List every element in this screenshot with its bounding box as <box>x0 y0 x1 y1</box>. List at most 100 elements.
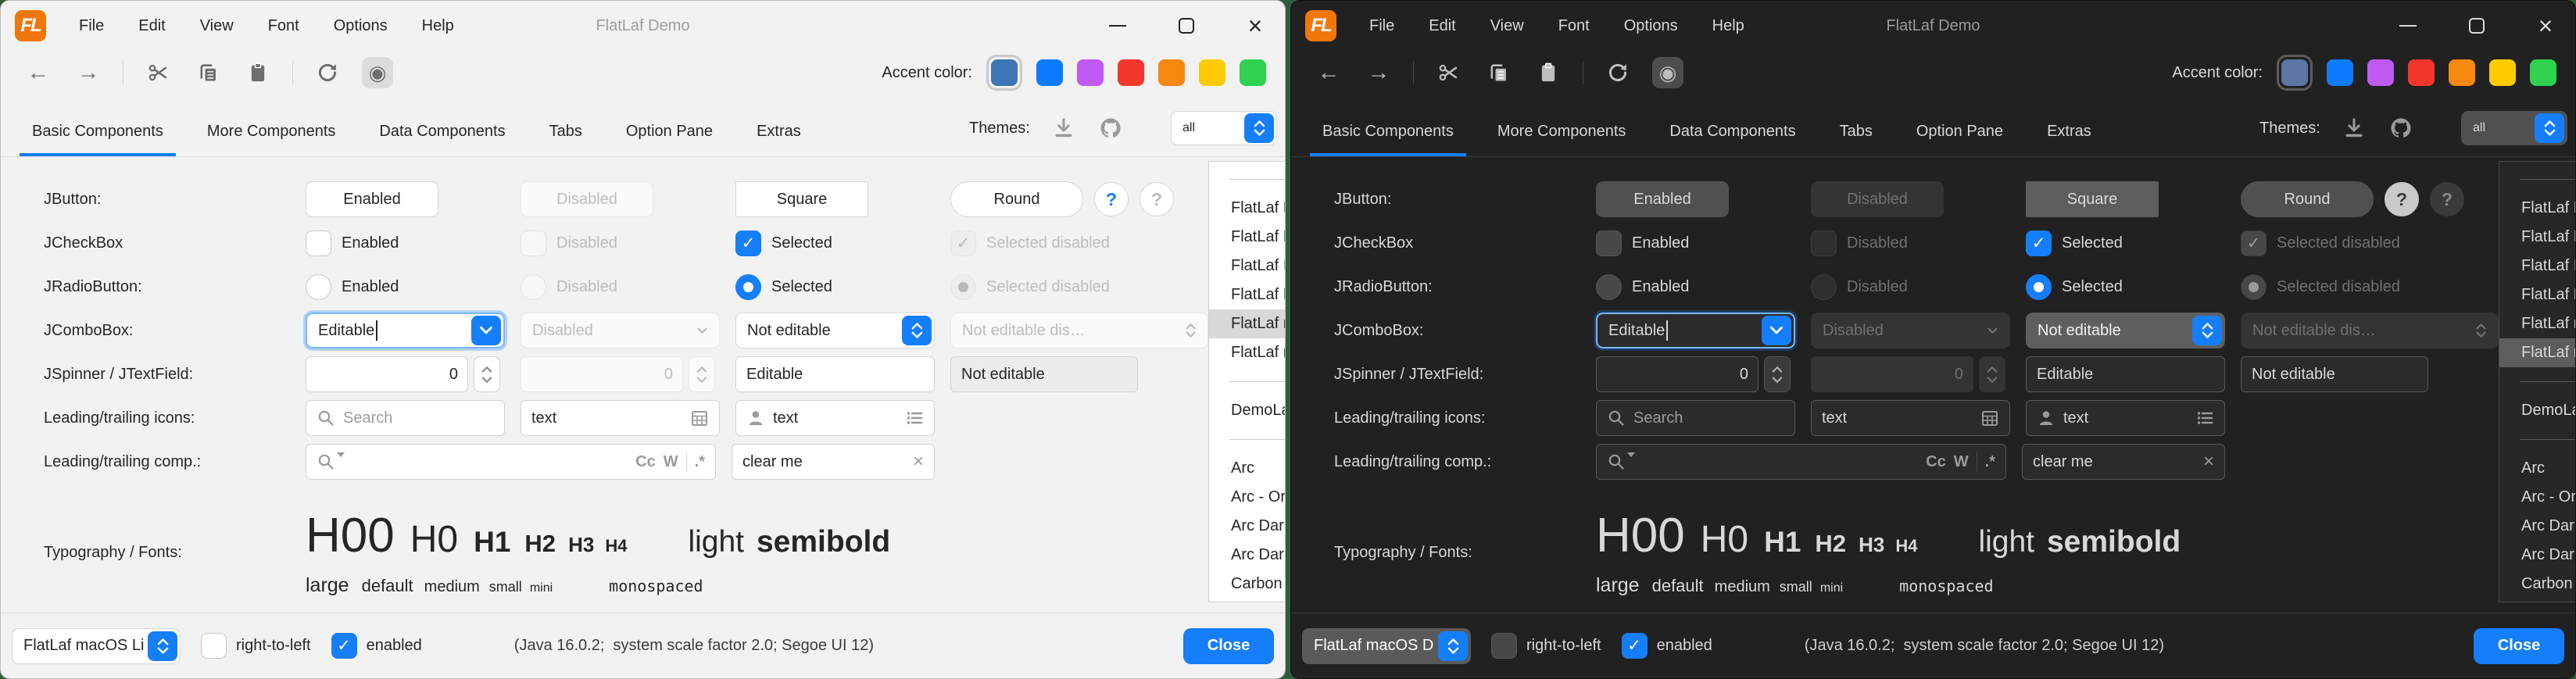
refresh-button[interactable] <box>1602 57 1633 88</box>
combo-editable[interactable]: Editable <box>306 313 505 348</box>
match-case-button[interactable]: Cc <box>635 453 656 471</box>
cut-button[interactable] <box>142 57 174 88</box>
theme-item-flatlaf-light[interactable]: FlatLaf Light <box>1209 194 1286 223</box>
search-field[interactable] <box>1596 400 1795 436</box>
paste-button[interactable] <box>242 57 274 88</box>
theme-item-flatlaf-intellij[interactable]: FlatLaf IntelliJ <box>2499 252 2576 281</box>
textfield-editable[interactable] <box>2037 366 2214 384</box>
back-button[interactable]: ← <box>23 57 54 88</box>
combo-not-editable[interactable]: Not editable <box>2026 313 2225 348</box>
tab-basic-components[interactable]: Basic Components <box>1322 123 1454 156</box>
accent-swatch-default[interactable] <box>2281 59 2308 86</box>
menu-font[interactable]: Font <box>268 17 299 35</box>
whole-words-button[interactable]: W <box>664 453 678 471</box>
minimize-button[interactable] <box>1104 12 1132 40</box>
copy-button[interactable] <box>192 57 224 88</box>
menu-font[interactable]: Font <box>1558 17 1590 35</box>
user-input[interactable] <box>773 409 897 427</box>
laf-combo[interactable]: FlatLaf macOS D… <box>1302 628 1471 664</box>
search-field[interactable] <box>306 400 505 436</box>
tab-more-components[interactable]: More Components <box>207 123 336 156</box>
accent-swatch-orange[interactable] <box>1158 59 1185 86</box>
github-button[interactable] <box>1097 115 1124 141</box>
rtl-checkbox[interactable]: right-to-left <box>201 633 311 659</box>
download-themes-button[interactable] <box>2341 115 2367 141</box>
square-button[interactable]: Square <box>735 181 868 217</box>
date-input[interactable] <box>531 409 682 427</box>
textfield-editable[interactable] <box>746 366 924 384</box>
tab-tabs[interactable]: Tabs <box>1840 123 1873 156</box>
clear-me-field[interactable]: × <box>732 444 935 480</box>
tab-data-components[interactable]: Data Components <box>379 123 505 156</box>
forward-button[interactable]: → <box>1363 57 1394 88</box>
round-button[interactable]: Round <box>2241 181 2374 217</box>
radio-enabled[interactable]: Enabled <box>1596 274 1689 300</box>
help-button[interactable]: ? <box>1094 182 1129 216</box>
radio-selected[interactable]: Selected <box>735 274 832 300</box>
tab-data-components[interactable]: Data Components <box>1669 123 1795 156</box>
menu-options[interactable]: Options <box>1624 17 1678 35</box>
maximize-button[interactable] <box>2463 12 2491 40</box>
tab-option-pane[interactable]: Option Pane <box>1916 123 2003 156</box>
combo-editable[interactable]: Editable <box>1596 313 1795 348</box>
round-button[interactable]: Round <box>950 181 1083 217</box>
spinner-buttons[interactable] <box>1764 356 1791 392</box>
search-options-input[interactable] <box>1643 453 1918 471</box>
themes-list[interactable]: Core Themes FlatLaf Light FlatLaf Dark F… <box>2499 161 2576 602</box>
combo-not-editable[interactable]: Not editable <box>735 313 935 348</box>
copy-button[interactable] <box>1483 57 1514 88</box>
tab-tabs[interactable]: Tabs <box>549 123 582 156</box>
menu-view[interactable]: View <box>1490 17 1524 35</box>
cut-button[interactable] <box>1433 57 1464 88</box>
accent-swatch-blue[interactable] <box>2327 59 2353 86</box>
date-field[interactable] <box>521 400 720 436</box>
laf-combo[interactable]: FlatLaf macOS Li… <box>12 628 181 664</box>
show-hidden-toggle[interactable]: ◉ <box>362 57 393 88</box>
clear-me-field[interactable]: × <box>2022 444 2225 480</box>
date-field[interactable] <box>1811 400 2010 436</box>
theme-filter-combo[interactable]: all <box>2461 111 2567 145</box>
search-input[interactable] <box>343 409 494 427</box>
menu-view[interactable]: View <box>200 17 234 35</box>
theme-item-flatlaf-macos-light[interactable]: FlatLaf macOS Light <box>1209 309 1286 338</box>
accent-swatch-yellow[interactable] <box>1199 59 1225 86</box>
theme-item-flatlaf-macos-dark[interactable]: FlatLaf macOS Dark <box>1209 338 1286 367</box>
theme-item-arc-dark[interactable]: Arc Dark <box>1209 512 1286 541</box>
accent-swatch-default[interactable] <box>991 59 1018 86</box>
theme-item-demolaf[interactable]: DemoLaf <box>1209 396 1286 425</box>
show-hidden-toggle[interactable]: ◉ <box>1652 57 1683 88</box>
search-input[interactable] <box>1633 409 1784 427</box>
square-button[interactable]: Square <box>2026 181 2159 217</box>
window-close-button[interactable]: × <box>2531 12 2560 40</box>
tab-extras[interactable]: Extras <box>2047 123 2091 156</box>
theme-item-flatlaf-dark[interactable]: FlatLaf Dark <box>1209 223 1286 252</box>
theme-item-arc-dark-orange[interactable]: Arc Dark - Orange <box>2499 541 2576 570</box>
accent-swatch-orange[interactable] <box>2449 59 2475 86</box>
enabled-button[interactable]: Enabled <box>1596 181 1729 217</box>
close-button[interactable]: Close <box>1183 628 1274 664</box>
theme-item-carbon[interactable]: Carbon <box>1209 570 1286 599</box>
accent-swatch-green[interactable] <box>2530 59 2556 86</box>
download-themes-button[interactable] <box>1050 115 1077 141</box>
checkbox-enabled[interactable]: Enabled <box>1596 231 1689 256</box>
tab-option-pane[interactable]: Option Pane <box>626 123 713 156</box>
accent-swatch-purple[interactable] <box>1077 59 1104 86</box>
enabled-checkbox[interactable]: ✓ enabled <box>1622 633 1712 659</box>
tab-basic-components[interactable]: Basic Components <box>32 123 163 156</box>
help-button[interactable]: ? <box>2385 182 2419 216</box>
menu-edit[interactable]: Edit <box>1429 17 1455 35</box>
theme-item-flatlaf-darcula[interactable]: FlatLaf Darcula <box>2499 281 2576 309</box>
theme-item-flatlaf-light[interactable]: FlatLaf Light <box>2499 194 2576 223</box>
match-case-button[interactable]: Cc <box>1926 453 1946 471</box>
checkbox-enabled[interactable]: Enabled <box>306 231 399 256</box>
combo-arrow-icon[interactable] <box>1762 316 1791 345</box>
github-button[interactable] <box>2388 115 2414 141</box>
date-input[interactable] <box>1822 409 1973 427</box>
menu-help[interactable]: Help <box>1712 17 1744 35</box>
back-button[interactable]: ← <box>1313 57 1344 88</box>
minimize-button[interactable] <box>2394 12 2422 40</box>
combo-arrow-icon[interactable] <box>471 316 501 345</box>
accent-swatch-purple[interactable] <box>2367 59 2394 86</box>
accent-swatch-green[interactable] <box>1240 59 1266 86</box>
clear-button[interactable]: × <box>2203 451 2214 473</box>
